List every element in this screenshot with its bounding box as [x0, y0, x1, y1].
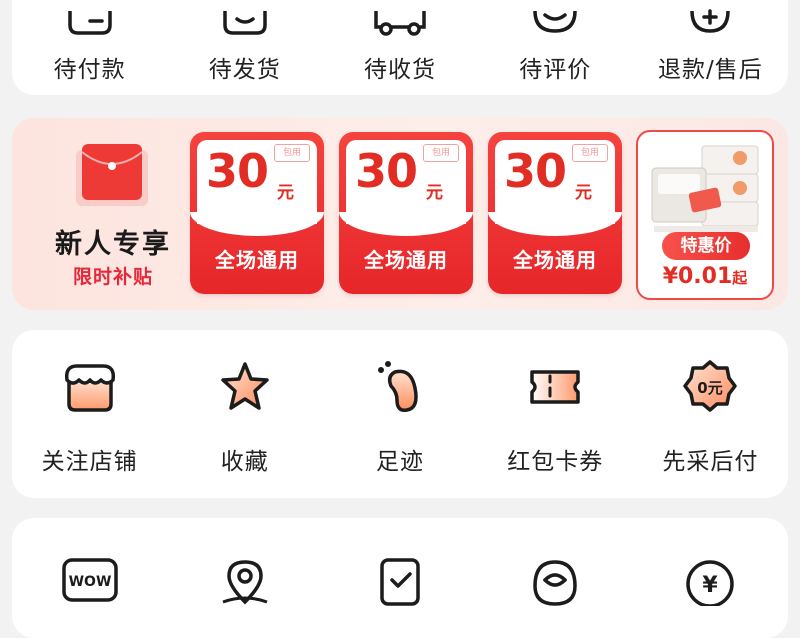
services-card: WOW ¥	[12, 518, 788, 638]
wow-icon-text: WOW	[68, 574, 111, 590]
coupons-wallet-label: 红包卡券	[507, 449, 604, 475]
order-pending-review[interactable]: 待评价	[478, 0, 633, 95]
order-pending-payment-label: 待付款	[53, 57, 126, 83]
order-refund-aftersale[interactable]: 退款/售后	[633, 0, 788, 95]
coupon-icon	[530, 370, 580, 404]
order-refund-aftersale-label: 退款/售后	[658, 57, 763, 83]
pay-later-badge: 0元	[698, 379, 723, 397]
star-icon	[221, 362, 269, 410]
service-address[interactable]	[167, 556, 322, 606]
package-icon	[223, 11, 267, 35]
checklist-icon	[380, 558, 420, 606]
pay-later-icon: 0元	[683, 360, 738, 412]
coupon-amount: 30	[504, 144, 567, 198]
deal-price: ¥0.01起	[638, 264, 772, 289]
favorites-label: 收藏	[220, 449, 269, 475]
coupon-scope: 全场通用	[215, 248, 299, 272]
coupon-card[interactable]: 30 元 包用 全场通用	[488, 132, 622, 294]
buy-now-pay-later[interactable]: 0元 先采后付	[633, 358, 788, 476]
deal-price-value: ¥0.01	[662, 264, 733, 289]
yuan-coin-text: ¥	[703, 573, 719, 598]
coupon-unit: 元	[426, 183, 443, 203]
review-chat-icon	[533, 10, 577, 33]
coupon-tag: 包用	[274, 144, 310, 162]
favorites[interactable]: 收藏	[167, 358, 322, 476]
footprint-icon	[378, 361, 418, 413]
coupon-unit: 元	[277, 183, 294, 203]
service-checklist[interactable]	[322, 556, 477, 606]
yuan-coin-icon: ¥	[686, 560, 735, 606]
customer-service-icon	[533, 560, 577, 606]
buy-now-pay-later-label: 先采后付	[662, 449, 759, 475]
followed-stores[interactable]: 关注店铺	[12, 358, 167, 476]
store-icon	[64, 364, 115, 412]
coupon-amount: 30	[206, 144, 269, 198]
promo-title: 新人专享	[55, 229, 171, 260]
coupon-tag: 包用	[572, 144, 608, 162]
coupon-scope: 全场通用	[513, 248, 597, 272]
order-pending-shipment[interactable]: 待发货	[167, 0, 322, 95]
footprints[interactable]: 足迹	[322, 358, 477, 476]
wallet-icon	[67, 11, 112, 35]
promo-subtitle: 限时补贴	[72, 266, 153, 288]
location-pin-icon	[222, 560, 268, 605]
special-price-badge: 特惠价	[662, 232, 750, 260]
service-customer-support[interactable]	[478, 556, 633, 606]
order-pending-payment[interactable]: 待付款	[12, 0, 167, 95]
order-pending-shipment-label: 待发货	[208, 57, 281, 83]
delivery-truck-icon	[374, 11, 426, 36]
coupon-unit: 元	[575, 183, 592, 203]
coupon-amount: 30	[355, 144, 418, 198]
order-pending-review-label: 待评价	[519, 57, 592, 83]
coupon-card[interactable]: 30 元 包用 全场通用	[339, 132, 473, 294]
special-deal-card[interactable]: 特惠价 ¥0.01起	[636, 130, 774, 300]
services-row: WOW ¥	[12, 556, 788, 606]
order-status-row: 待付款 待发货 待收货 待评价 退款/售后	[12, 0, 788, 95]
order-pending-receipt[interactable]: 待收货	[322, 0, 477, 95]
red-envelope-icon	[76, 144, 148, 206]
deal-price-suffix: 起	[732, 269, 748, 287]
wow-icon: WOW	[61, 558, 118, 602]
coupon-card[interactable]: 30 元 包用 全场通用	[190, 132, 324, 294]
coupons-wallet[interactable]: 红包卡券	[478, 358, 633, 476]
followed-stores-label: 关注店铺	[41, 449, 138, 475]
tissue-products-image	[651, 145, 759, 232]
order-status-card: 待付款 待发货 待收货 待评价 退款/售后	[12, 0, 788, 95]
shortcuts-card: 关注店铺 收藏 足迹 红包卡券 0元 先采后付	[12, 330, 788, 498]
coupon-scope: 全场通用	[364, 248, 448, 272]
coupon-tag: 包用	[423, 144, 459, 162]
new-user-promo-banner[interactable]: 新人专享 限时补贴 30 元 包用 全场通用 30 元 包用 全场通用 30 元…	[12, 118, 788, 310]
refund-icon	[690, 9, 731, 33]
service-wow[interactable]: WOW	[12, 556, 167, 606]
shortcuts-row: 关注店铺 收藏 足迹 红包卡券 0元 先采后付	[12, 358, 788, 476]
footprints-label: 足迹	[376, 449, 424, 475]
order-pending-receipt-label: 待收货	[364, 57, 436, 83]
service-payment[interactable]: ¥	[633, 556, 788, 606]
